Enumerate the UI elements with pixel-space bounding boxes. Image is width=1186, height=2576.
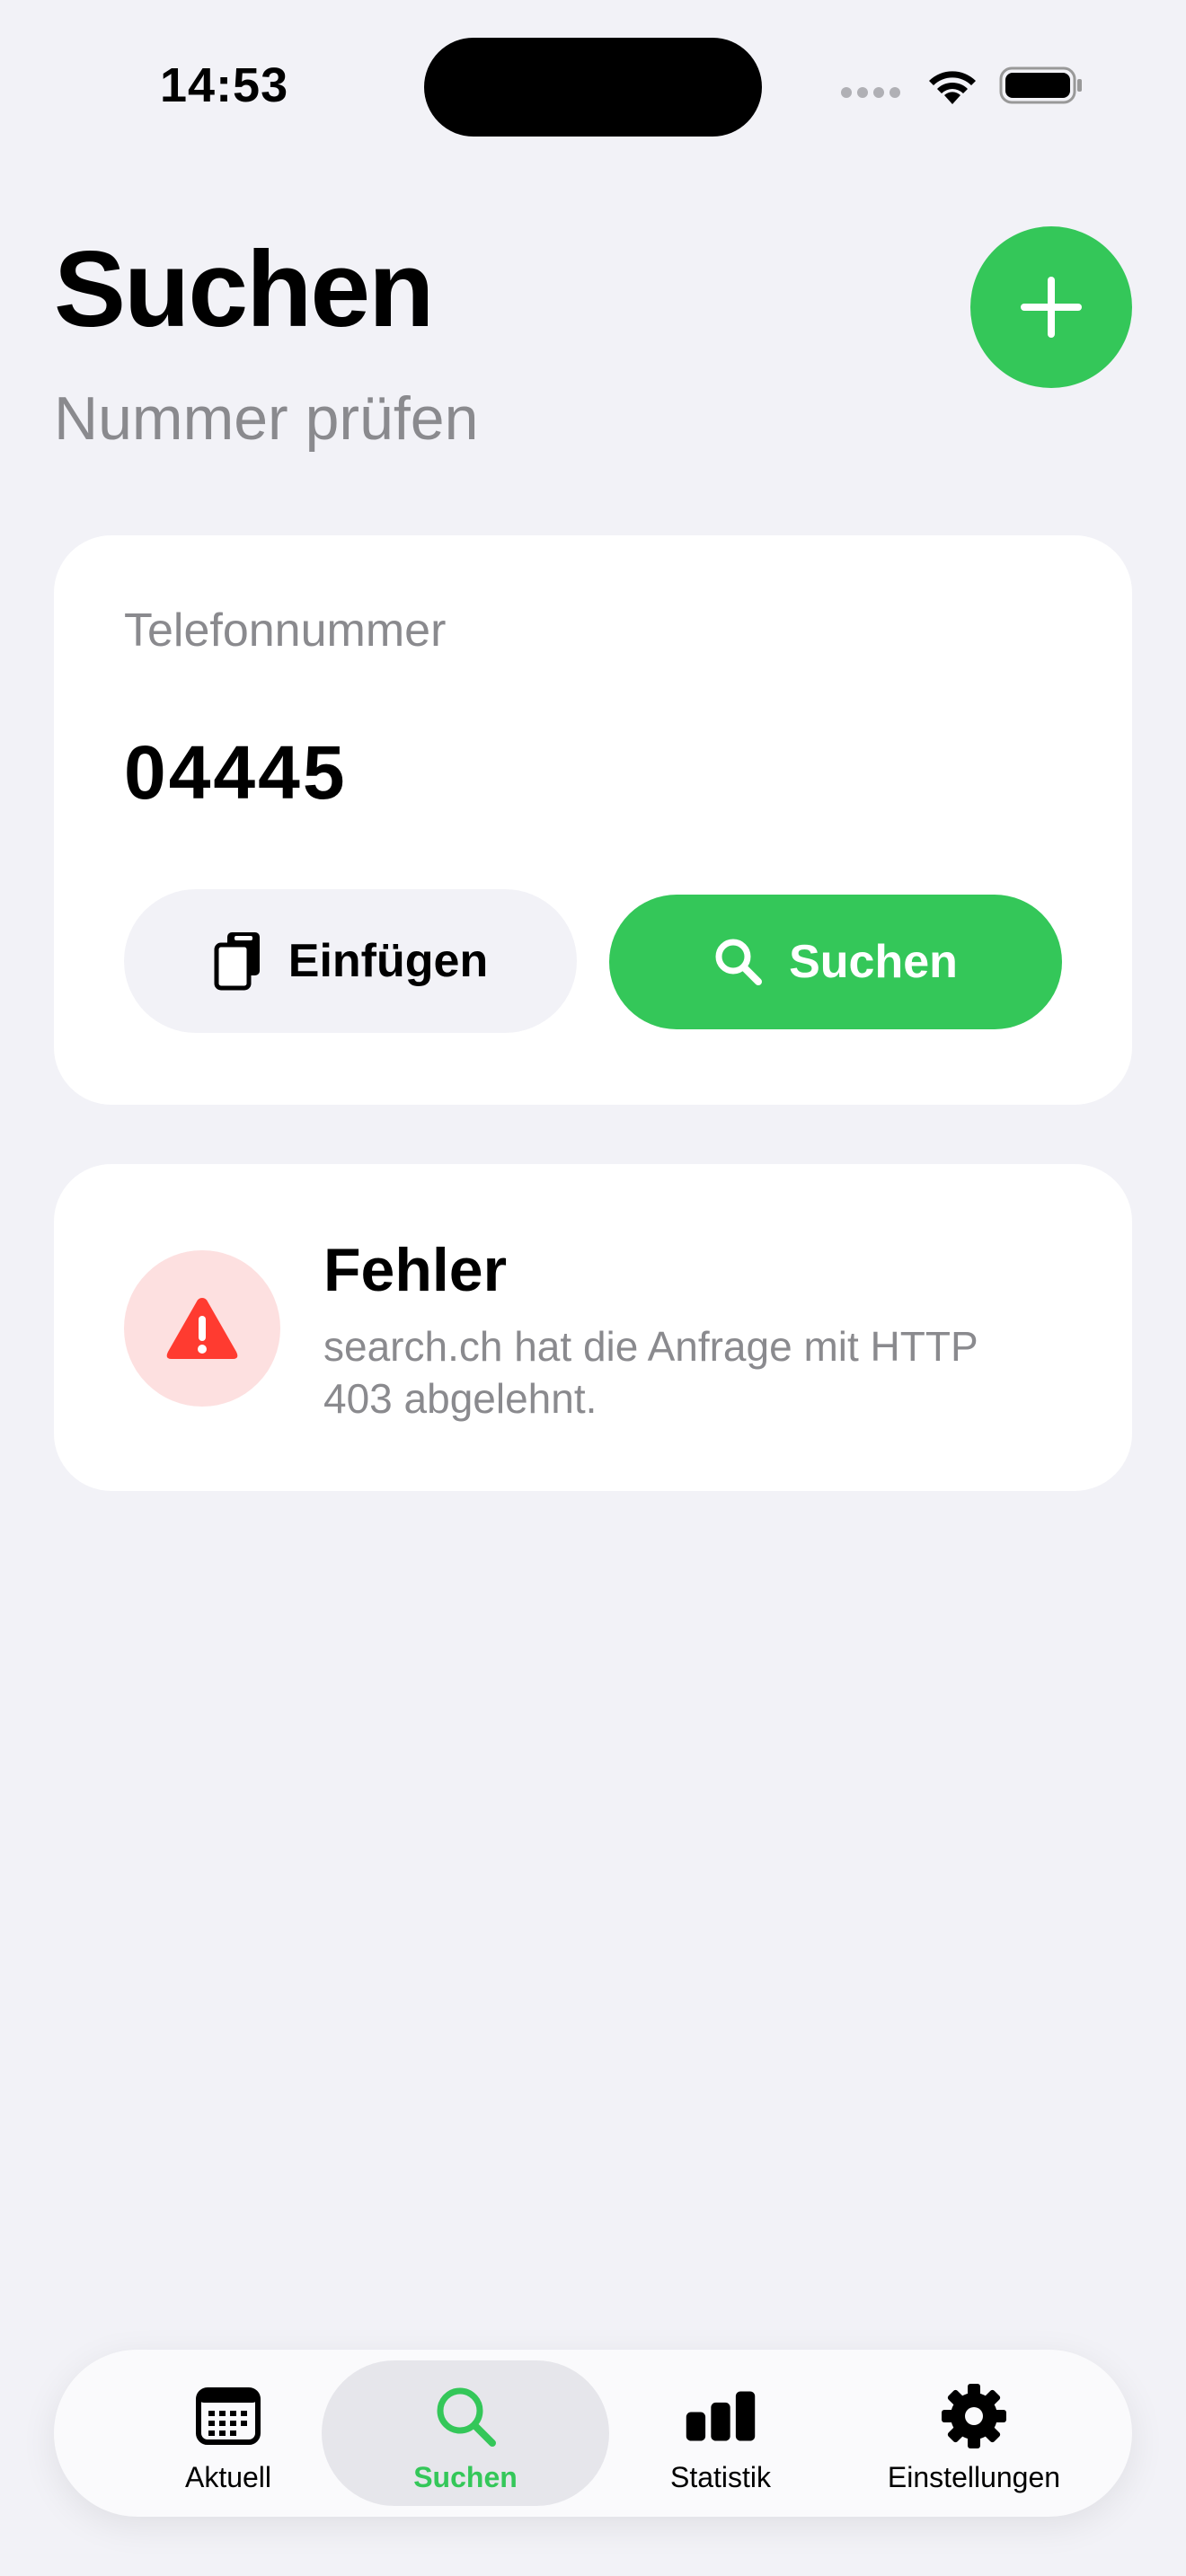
tab-bar: Aktuell Suchen Statistik Einstellungen	[54, 2350, 1132, 2517]
add-button[interactable]	[970, 226, 1132, 388]
paste-button-label: Einfügen	[288, 935, 489, 987]
tab-label-aktuell: Aktuell	[184, 2461, 272, 2493]
calendar-icon	[192, 2382, 264, 2450]
screen: 14:53 Suchen Nummer prüfen Telefonnummer…	[0, 0, 1186, 2576]
status-indicators	[841, 65, 1084, 106]
page-subtitle: Nummer prüfen	[54, 384, 479, 453]
status-time: 14:53	[160, 58, 289, 112]
error-message: search.ch hat die Anfrage mit HTTP 403 a…	[323, 1323, 978, 1422]
tab-label-einstellungen: Einstellungen	[887, 2461, 1061, 2493]
tab-einstellungen[interactable]: Einstellungen	[830, 2360, 1118, 2506]
battery-icon	[999, 66, 1082, 104]
dynamic-island	[424, 38, 762, 137]
warning-triangle-icon	[166, 1298, 238, 1359]
tab-label-suchen: Suchen	[413, 2461, 518, 2493]
tab-suchen[interactable]: Suchen	[322, 2360, 609, 2506]
tab-label-statistik: Statistik	[669, 2461, 772, 2493]
page-title: Suchen	[54, 229, 434, 349]
plus-icon	[1021, 277, 1082, 338]
tab-statistik[interactable]: Statistik	[577, 2360, 864, 2506]
search-icon	[429, 2382, 501, 2450]
cellular-signal-icon	[841, 87, 900, 98]
magnifier-icon	[715, 939, 763, 985]
clipboard-icon	[214, 932, 260, 991]
wifi-icon	[929, 71, 976, 104]
search-card: Telefonnummer 04445 Einfügen Suchen	[54, 535, 1132, 1105]
error-card: Fehler search.ch hat die Anfrage mit HTT…	[54, 1164, 1132, 1491]
paste-button[interactable]: Einfügen	[124, 889, 577, 1033]
error-icon-badge	[124, 1250, 280, 1407]
search-button-label: Suchen	[789, 936, 958, 988]
error-title: Fehler	[323, 1236, 508, 1304]
gear-icon	[938, 2382, 1010, 2450]
phone-number-label: Telefonnummer	[124, 604, 447, 657]
bar-chart-icon	[685, 2382, 757, 2450]
search-button[interactable]: Suchen	[609, 895, 1062, 1029]
phone-number-input[interactable]: 04445	[124, 735, 1058, 810]
